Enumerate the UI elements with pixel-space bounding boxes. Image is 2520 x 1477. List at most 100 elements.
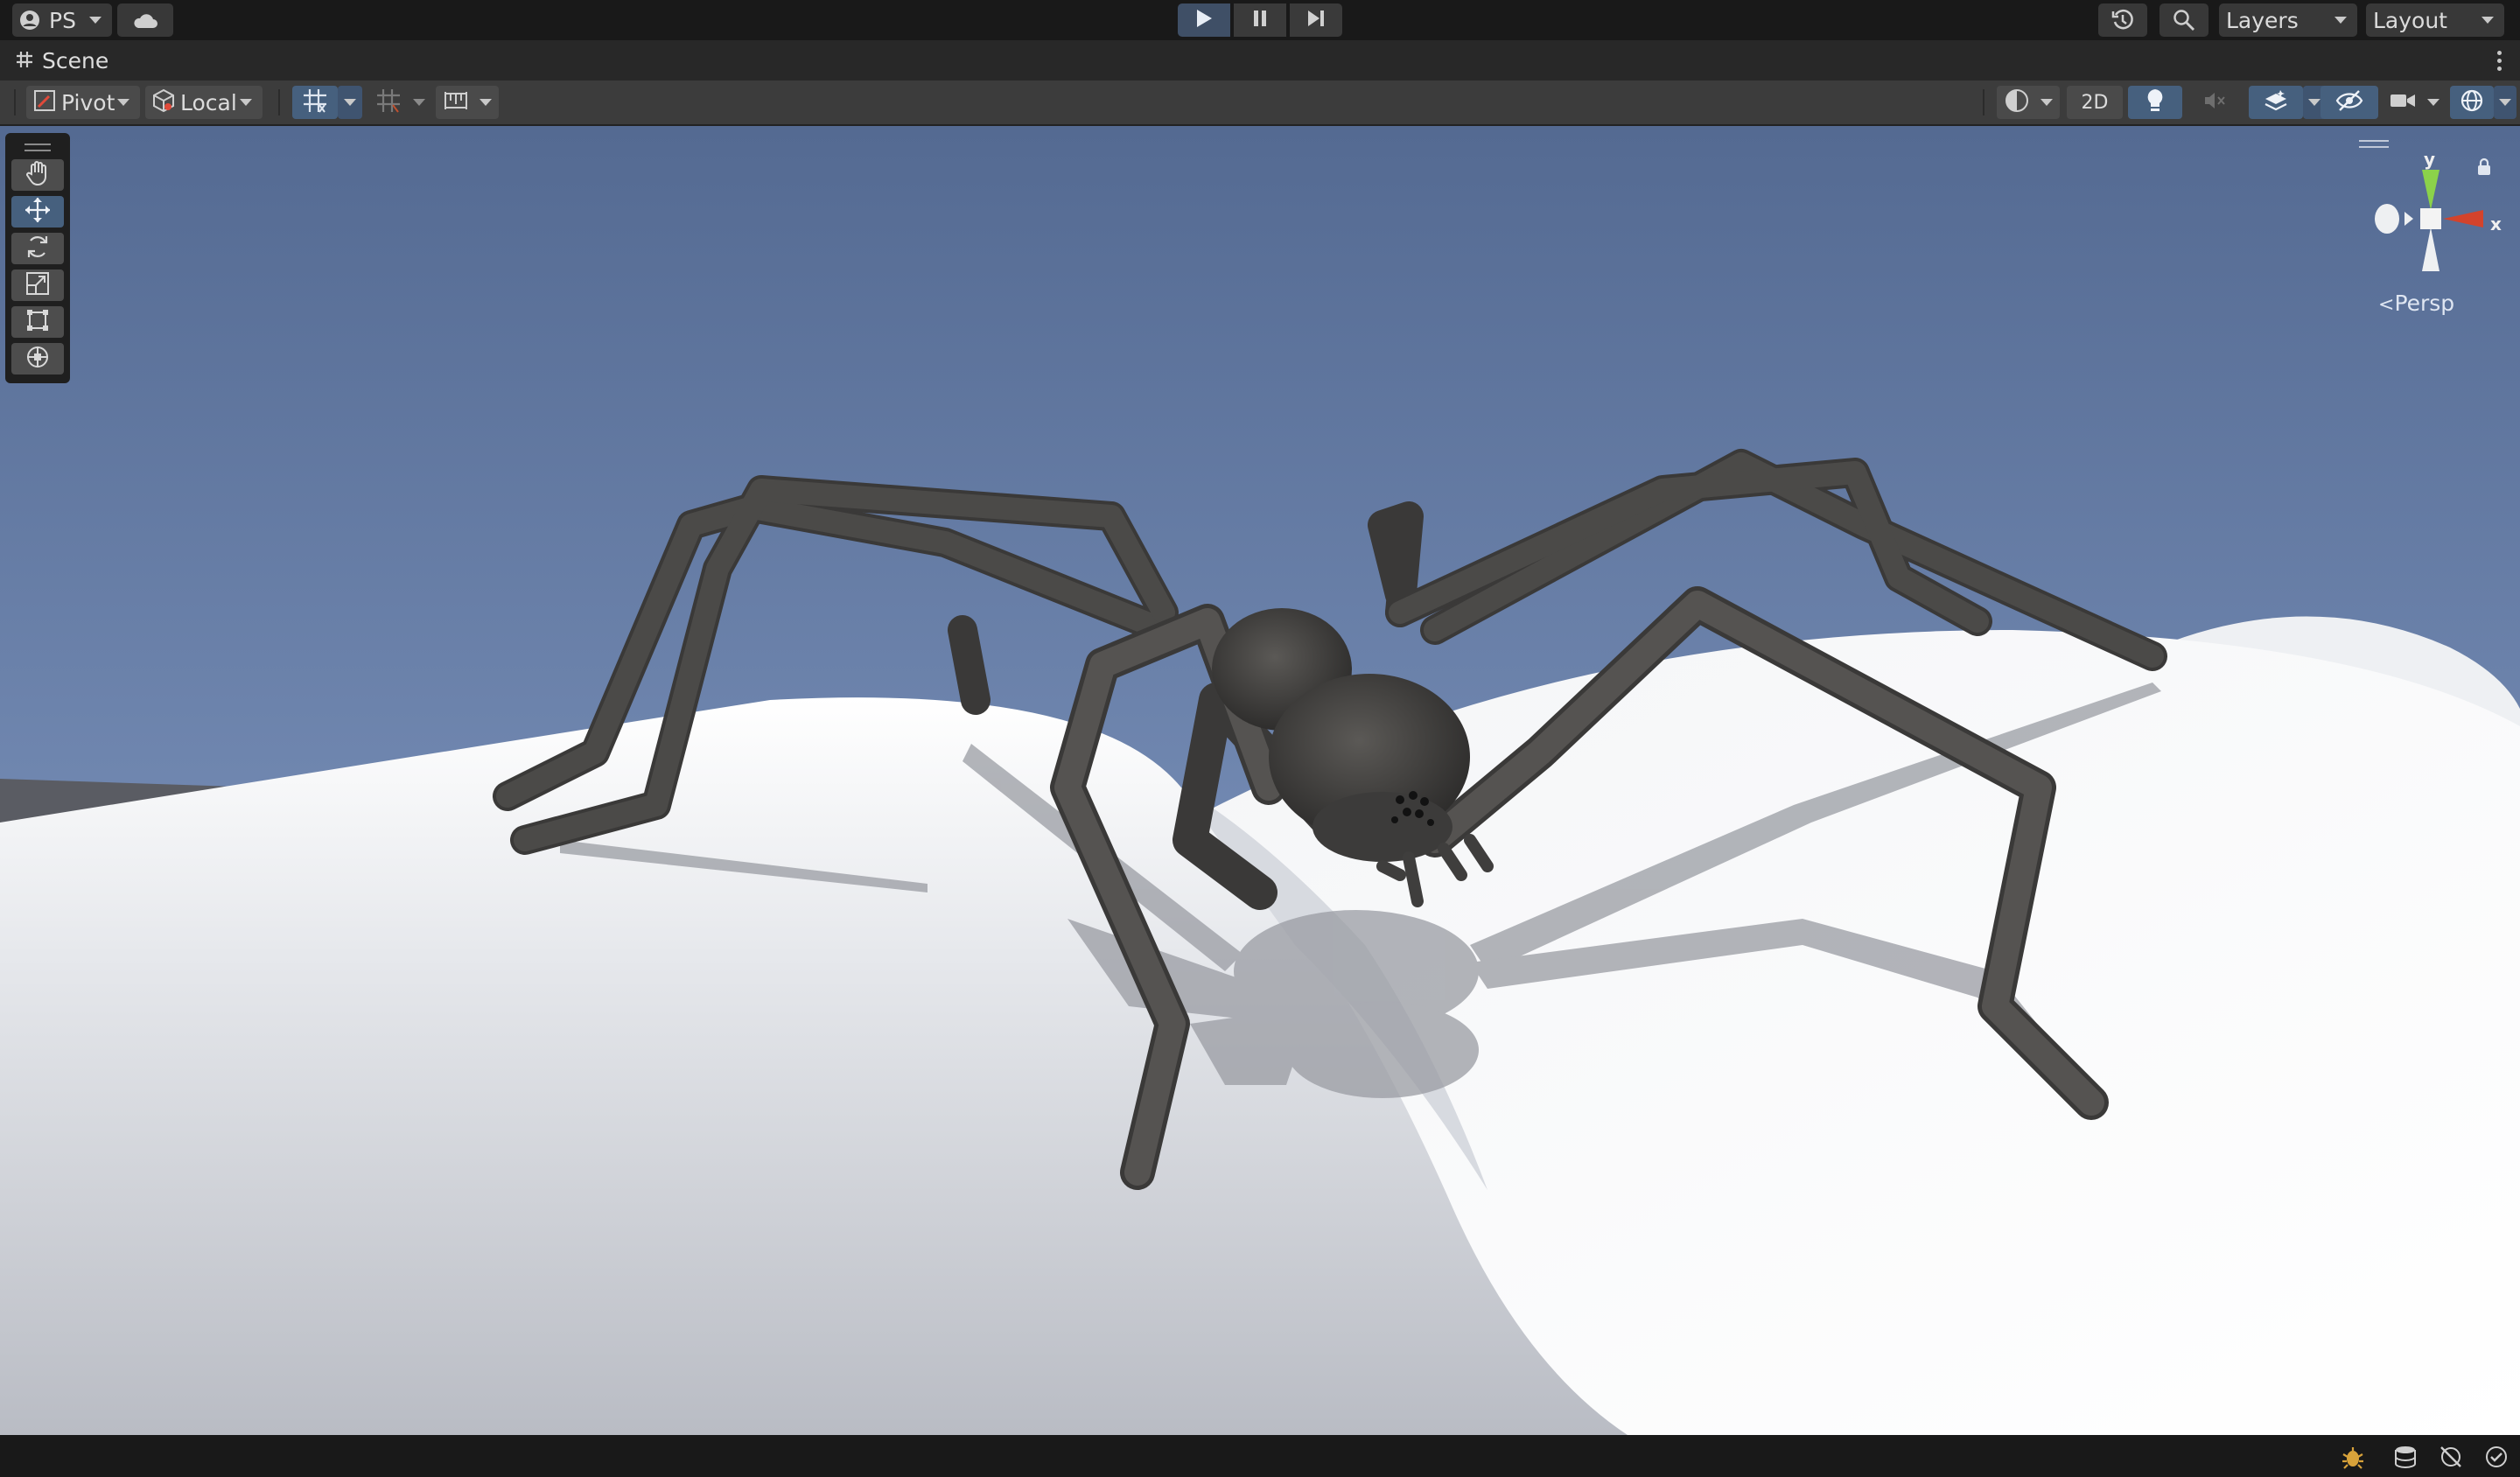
gizmo-sphere-icon [2459, 88, 2485, 117]
grid-visibility-toggle[interactable] [366, 86, 411, 119]
chevron-down-icon [344, 99, 356, 106]
axis-gizmo-icon[interactable] [2370, 158, 2492, 289]
mode-2d-toggle[interactable]: 2D [2067, 86, 2123, 119]
chevron-down-icon [117, 99, 130, 106]
panel-grip[interactable] [24, 144, 51, 156]
effects-layers-icon [2263, 88, 2289, 116]
play-icon [1195, 9, 1213, 32]
toolbar-divider [278, 89, 280, 116]
status-bar [0, 1435, 2520, 1477]
ruler-icon [443, 88, 469, 116]
audio-muted-icon [2202, 89, 2227, 116]
chevron-down-icon [2334, 17, 2347, 24]
hand-icon [24, 160, 51, 190]
history-icon [2110, 8, 2135, 32]
chevron-down-icon [480, 99, 492, 106]
play-controls [1178, 4, 1342, 37]
grid-snap-icon [302, 88, 328, 117]
local-cube-icon [150, 88, 177, 117]
move-arrows-icon [24, 196, 52, 228]
camera-settings-dropdown[interactable] [2384, 86, 2446, 119]
scene-viewport[interactable]: y x <Persp [0, 126, 2520, 1435]
progress-check-icon[interactable] [2483, 1444, 2510, 1474]
light-bulb-icon [2145, 88, 2166, 117]
effects-toggle[interactable] [2249, 86, 2303, 119]
transform-icon [24, 344, 51, 374]
pivot-label: Pivot [61, 89, 116, 116]
mode-2d-label: 2D [2081, 91, 2109, 114]
pause-button[interactable] [1234, 4, 1286, 37]
toolbar-divider [1983, 89, 1984, 116]
chevron-down-icon [2427, 99, 2440, 106]
history-button[interactable] [2098, 4, 2147, 37]
pivot-dropdown[interactable]: Pivot [26, 86, 140, 119]
more-options-icon[interactable] [2497, 51, 2502, 74]
projection-label: Persp [2394, 290, 2455, 316]
user-circle-icon [19, 10, 40, 31]
hand-tool-button[interactable] [11, 159, 64, 191]
layers-dropdown[interactable]: Layers [2219, 4, 2357, 37]
gizmos-toggle[interactable] [2450, 86, 2494, 119]
play-button[interactable] [1178, 4, 1230, 37]
eye-hidden-icon [2335, 89, 2363, 116]
scale-icon [24, 270, 51, 300]
chevron-down-icon [2040, 99, 2053, 106]
pause-icon [1252, 9, 1268, 32]
chevron-down-icon [2482, 17, 2494, 24]
camera-icon [2389, 90, 2417, 115]
rect-tool-button[interactable] [11, 306, 64, 338]
increment-snap-toggle[interactable] [436, 86, 499, 119]
search-button[interactable] [2160, 4, 2208, 37]
step-icon [1306, 9, 1326, 32]
chevron-down-icon [240, 99, 252, 106]
layout-dropdown[interactable]: Layout [2366, 4, 2504, 37]
grid-icon [375, 88, 402, 117]
toolbar-divider [14, 89, 16, 116]
account-label: PS [49, 7, 76, 33]
scene-render[interactable] [0, 126, 2520, 1435]
debug-bug-icon[interactable] [2340, 1444, 2366, 1474]
gizmo-x-label: x [2490, 214, 2502, 234]
scene-tab-label: Scene [42, 48, 109, 74]
cache-server-icon[interactable] [2392, 1444, 2418, 1474]
tab-scene[interactable]: Scene [16, 48, 108, 74]
layers-label: Layers [2226, 7, 2299, 33]
orientation-gizmo[interactable]: y x [2359, 140, 2508, 315]
gizmo-y-label: y [2424, 149, 2436, 170]
grid-snapping-dropdown[interactable] [338, 86, 362, 119]
lighting-toggle[interactable] [2128, 86, 2182, 119]
chevron-down-icon [89, 17, 102, 24]
layout-label: Layout [2373, 7, 2447, 33]
scene-toolbar: Pivot Local 2D [0, 80, 2520, 126]
grid-visibility-dropdown[interactable] [408, 86, 430, 119]
rotate-tool-button[interactable] [11, 233, 64, 264]
network-disabled-icon[interactable] [2438, 1444, 2464, 1474]
chevron-down-icon [2308, 99, 2320, 106]
perspective-chevron-icon: < [2378, 294, 2395, 316]
local-dropdown[interactable]: Local [145, 86, 262, 119]
cloud-icon [132, 11, 158, 29]
top-bar: PS Layers Layout [0, 0, 2520, 40]
cloud-button[interactable] [117, 4, 173, 37]
scene-visibility-toggle[interactable] [2320, 86, 2378, 119]
projection-toggle[interactable]: <Persp [2378, 290, 2454, 316]
move-tool-button[interactable] [11, 196, 64, 228]
step-button[interactable] [1290, 4, 1342, 37]
gizmos-dropdown[interactable] [2494, 86, 2516, 119]
gizmo-grip[interactable] [2359, 140, 2389, 152]
local-label: Local [180, 89, 237, 116]
rotate-icon [24, 234, 51, 263]
chevron-down-icon [2499, 99, 2511, 106]
grid-snapping-toggle[interactable] [292, 86, 338, 119]
chevron-down-icon [413, 99, 425, 106]
pivot-icon [32, 88, 58, 117]
account-dropdown[interactable]: PS [12, 4, 112, 37]
draw-mode-dropdown[interactable] [1997, 86, 2060, 119]
rect-transform-icon [24, 307, 51, 337]
transform-tool-button[interactable] [11, 343, 64, 374]
shaded-sphere-icon [2004, 88, 2030, 117]
audio-toggle[interactable] [2188, 86, 2242, 119]
scene-hash-icon [16, 48, 33, 74]
scale-tool-button[interactable] [11, 270, 64, 301]
tab-bar: Scene [0, 40, 2520, 80]
